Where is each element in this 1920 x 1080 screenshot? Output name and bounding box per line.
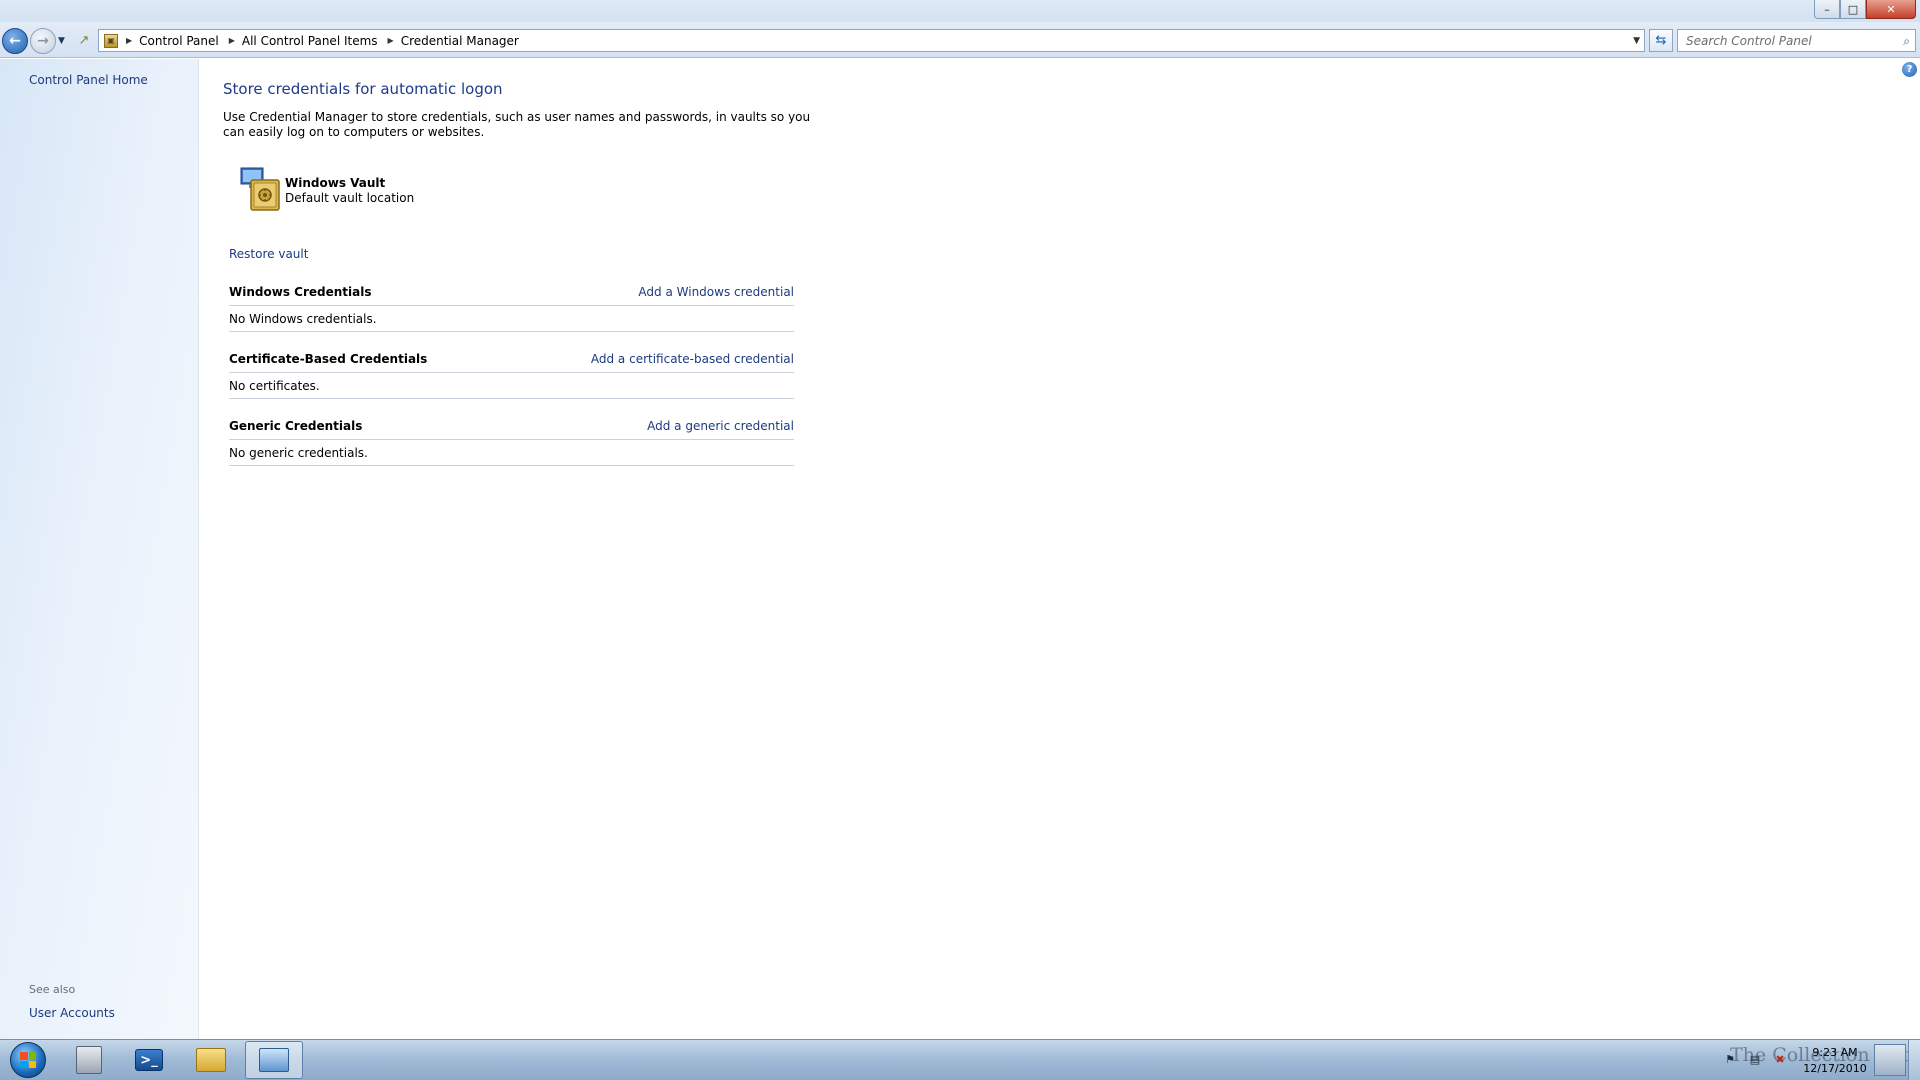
page-description: Use Credential Manager to store credenti…: [223, 110, 811, 139]
add-windows-credential-link[interactable]: Add a Windows credential: [638, 285, 794, 299]
section-header: Certificate-Based Credentials Add a cert…: [229, 352, 794, 373]
page-title: Store credentials for automatic logon: [223, 80, 503, 98]
windows-logo-icon: [10, 1042, 46, 1078]
action-center-flag-icon[interactable]: ⚑: [1723, 1053, 1737, 1067]
maximize-button[interactable]: □: [1840, 0, 1866, 19]
main-content: Store credentials for automatic logon Us…: [200, 59, 1920, 1039]
address-dropdown-icon[interactable]: ▼: [1633, 36, 1640, 46]
network-icon[interactable]: ▤: [1748, 1053, 1762, 1067]
generic-credentials-section: Generic Credentials Add a generic creden…: [229, 419, 794, 466]
add-certificate-credential-link[interactable]: Add a certificate-based credential: [591, 352, 794, 366]
user-accounts-link[interactable]: User Accounts: [29, 1006, 115, 1020]
address-bar[interactable]: ▣ ▶ Control Panel ▶ All Control Panel It…: [98, 29, 1645, 52]
search-box: ⌕: [1677, 29, 1916, 52]
section-header: Generic Credentials Add a generic creden…: [229, 419, 794, 440]
control-panel-icon: ▣: [104, 33, 118, 48]
powershell-icon: >_: [135, 1049, 163, 1071]
empty-message: No Windows credentials.: [229, 306, 794, 332]
section-title: Certificate-Based Credentials: [229, 352, 428, 366]
taskbar-windows-explorer[interactable]: [182, 1041, 240, 1079]
section-title: Generic Credentials: [229, 419, 363, 433]
up-level-icon[interactable]: ↗: [76, 33, 92, 49]
refresh-button[interactable]: ⇆: [1649, 29, 1673, 52]
start-button[interactable]: [2, 1041, 54, 1079]
left-pane: Control Panel Home See also User Account…: [0, 59, 199, 1039]
restore-vault-link[interactable]: Restore vault: [229, 247, 308, 261]
forward-button[interactable]: →: [30, 28, 56, 54]
taskbar-powershell[interactable]: >_: [120, 1041, 178, 1079]
section-header: Windows Credentials Add a Windows creden…: [229, 285, 794, 306]
section-title: Windows Credentials: [229, 285, 372, 299]
breadcrumb-separator[interactable]: ▶: [126, 36, 132, 45]
certificate-credentials-section: Certificate-Based Credentials Add a cert…: [229, 352, 794, 399]
volume-muted-icon[interactable]: ✖: [1773, 1053, 1787, 1067]
empty-message: No certificates.: [229, 373, 794, 399]
vault-subtitle: Default vault location: [285, 191, 415, 205]
breadcrumb-credential-manager[interactable]: Credential Manager: [401, 34, 519, 48]
user-picture-icon[interactable]: [1874, 1044, 1906, 1076]
breadcrumb-separator[interactable]: ▶: [388, 36, 394, 45]
minimize-button[interactable]: –: [1814, 0, 1840, 19]
taskbar-server-manager[interactable]: [60, 1041, 118, 1079]
show-desktop-button[interactable]: [1908, 1040, 1920, 1080]
recent-pages-dropdown[interactable]: ▼: [58, 36, 65, 46]
folder-icon: [196, 1048, 226, 1072]
vault-name[interactable]: Windows Vault: [285, 176, 385, 190]
control-panel-home-link[interactable]: Control Panel Home: [29, 73, 148, 87]
add-generic-credential-link[interactable]: Add a generic credential: [647, 419, 794, 433]
search-input[interactable]: [1686, 33, 1886, 48]
back-button[interactable]: ←: [2, 28, 28, 54]
vault-icon[interactable]: [235, 166, 283, 214]
taskbar: >_ The Collection Book ⚑ ▤ ✖ 9:23 AM 12/…: [0, 1039, 1920, 1080]
close-button[interactable]: ✕: [1866, 0, 1916, 19]
see-also-label: See also: [29, 983, 76, 996]
empty-message: No generic credentials.: [229, 440, 794, 466]
navigation-bar: ← → ▼ ↗ ▣ ▶ Control Panel ▶ All Control …: [0, 22, 1920, 58]
breadcrumb-separator[interactable]: ▶: [229, 36, 235, 45]
clock-time[interactable]: 9:23 AM: [1800, 1046, 1870, 1059]
breadcrumb-control-panel[interactable]: Control Panel: [139, 34, 219, 48]
control-panel-taskbar-icon: [259, 1048, 289, 1072]
breadcrumb-all-items[interactable]: All Control Panel Items: [242, 34, 378, 48]
windows-credentials-section: Windows Credentials Add a Windows creden…: [229, 285, 794, 332]
clock-date[interactable]: 12/17/2010: [1800, 1062, 1870, 1075]
title-bar: – □ ✕: [0, 0, 1920, 22]
server-manager-icon: [76, 1046, 102, 1074]
search-icon[interactable]: ⌕: [1903, 34, 1910, 49]
taskbar-control-panel[interactable]: [245, 1041, 303, 1079]
